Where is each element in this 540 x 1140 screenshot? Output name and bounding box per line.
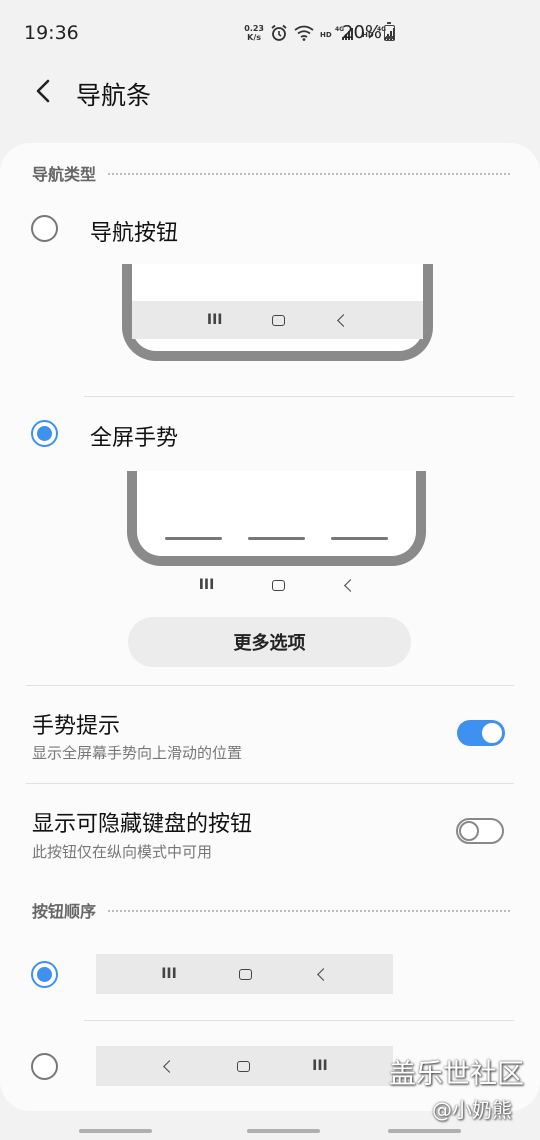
back-nav-icon	[337, 313, 350, 327]
option-label-navigation-buttons: 导航按钮	[90, 221, 179, 246]
divider	[26, 783, 514, 784]
section-header-nav-type: 导航类型	[32, 162, 510, 184]
gesture-handle-right	[331, 537, 388, 540]
back-button[interactable]	[26, 74, 60, 108]
order-preview-recent-home-back[interactable]: III	[96, 954, 393, 994]
radio-order-recent-home-back[interactable]	[31, 961, 58, 988]
watermark-author: @小奶熊	[432, 1098, 512, 1122]
recent-apps-icon: III	[198, 577, 215, 593]
home-icon	[271, 579, 285, 591]
gesture-handle-left	[165, 537, 222, 540]
gesture-pill-left	[79, 1129, 152, 1133]
navigation-buttons-preview[interactable]: III	[122, 264, 433, 361]
recent-apps-icon: III	[206, 312, 223, 328]
divider	[84, 396, 514, 397]
battery-icon	[384, 22, 395, 41]
section-header-button-order: 按钮顺序	[32, 899, 510, 921]
status-time: 19:36	[24, 22, 79, 44]
back-nav-icon	[163, 1059, 177, 1073]
recent-apps-icon: III	[312, 1058, 328, 1074]
option-label-full-screen-gestures: 全屏手势	[90, 426, 179, 451]
hide-keyboard-button-subtitle: 此按钮仅在纵向模式中可用	[32, 843, 213, 861]
alarm-icon	[271, 24, 287, 41]
divider	[26, 685, 514, 686]
preview-nav-bar: III	[132, 301, 423, 339]
order-preview-back-home-recent[interactable]: III	[96, 1046, 393, 1086]
hide-keyboard-button-title: 显示可隐藏键盘的按钮	[32, 812, 253, 837]
radio-order-back-home-recent[interactable]	[31, 1053, 58, 1080]
gesture-hint-title: 手势提示	[32, 714, 121, 739]
svg-text:HD: HD	[320, 31, 332, 39]
back-nav-icon	[344, 578, 358, 592]
radio-full-screen-gestures[interactable]	[31, 420, 58, 447]
gesture-nav-icons: III	[130, 574, 424, 596]
gesture-pill-center	[247, 1129, 320, 1133]
radio-navigation-buttons[interactable]	[31, 215, 58, 242]
app-bar: 导航条	[0, 66, 540, 120]
battery-percent: 20%	[342, 22, 383, 43]
status-bar: 19:36 0.23 K/s HD 4G HD 4G 20%	[0, 0, 540, 66]
home-icon	[236, 1060, 250, 1072]
back-nav-icon	[316, 967, 330, 981]
home-icon	[272, 314, 286, 326]
network-speed: 0.23 K/s	[244, 24, 264, 42]
watermark-title: 盖乐世社区	[389, 1059, 524, 1090]
full-screen-gestures-preview[interactable]	[127, 471, 426, 566]
gesture-pill-right	[388, 1129, 461, 1133]
home-icon	[239, 968, 253, 980]
gesture-hint-subtitle: 显示全屏幕手势向上滑动的位置	[32, 744, 243, 762]
wifi-icon	[294, 25, 314, 41]
more-options-button[interactable]: 更多选项	[128, 617, 411, 667]
page-title: 导航条	[76, 81, 152, 110]
back-arrow-icon	[36, 79, 50, 103]
recent-apps-icon: III	[161, 966, 177, 982]
divider	[84, 1020, 514, 1021]
gesture-hint-toggle[interactable]	[457, 720, 505, 746]
gesture-handle-center	[248, 537, 305, 540]
hide-keyboard-button-toggle[interactable]	[456, 818, 504, 844]
